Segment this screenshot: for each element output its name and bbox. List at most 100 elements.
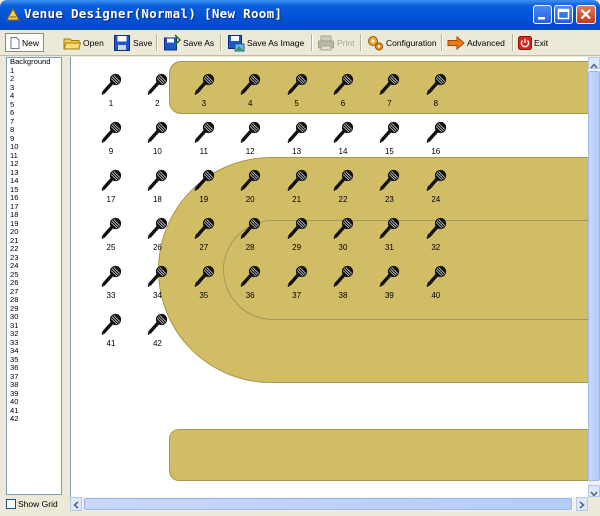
- minimize-button[interactable]: [533, 5, 552, 24]
- microphone-seat[interactable]: 39: [375, 263, 403, 300]
- layer-list-item[interactable]: 1: [7, 66, 61, 76]
- layer-list-item[interactable]: 6: [7, 108, 61, 118]
- microphone-number: 8: [433, 99, 439, 108]
- microphone-seat[interactable]: 33: [97, 263, 125, 300]
- maximize-button[interactable]: [554, 5, 573, 24]
- microphone-seat[interactable]: 8: [422, 71, 450, 108]
- microphone-number: 37: [292, 291, 302, 300]
- microphone-seat[interactable]: 14: [329, 119, 357, 156]
- save-button[interactable]: Save: [113, 32, 152, 53]
- scroll-left-arrow[interactable]: [70, 497, 82, 511]
- microphone-seat[interactable]: 32: [422, 215, 450, 252]
- layer-list-item[interactable]: 8: [7, 125, 61, 135]
- save-as-button[interactable]: Save As: [163, 32, 214, 53]
- microphone-seat[interactable]: 1: [97, 71, 125, 108]
- microphone-number: 26: [152, 243, 162, 252]
- microphone-number: 1: [108, 99, 114, 108]
- layer-list-item[interactable]: 4: [7, 91, 61, 101]
- layer-list-item[interactable]: 2: [7, 74, 61, 84]
- microphone-number: 22: [338, 195, 348, 204]
- microphone-seat[interactable]: 13: [283, 119, 311, 156]
- bottom-table[interactable]: [169, 429, 588, 481]
- microphone-seat[interactable]: 15: [375, 119, 403, 156]
- microphone-seat[interactable]: 11: [190, 119, 218, 156]
- close-icon: [580, 9, 591, 20]
- microphone-seat[interactable]: 24: [422, 167, 450, 204]
- microphone-seat[interactable]: 18: [143, 167, 171, 204]
- new-button[interactable]: New: [5, 33, 45, 52]
- microphone-number: 24: [431, 195, 441, 204]
- show-grid-checkbox[interactable]: [6, 499, 16, 509]
- open-button[interactable]: Open: [63, 32, 104, 53]
- microphone-seat[interactable]: 9: [97, 119, 125, 156]
- microphone-number: 23: [384, 195, 394, 204]
- microphone-seat[interactable]: 41: [97, 311, 125, 348]
- close-button[interactable]: [576, 5, 596, 24]
- microphone-seat[interactable]: 4: [236, 71, 264, 108]
- microphone-number: 39: [384, 291, 394, 300]
- scroll-up-arrow[interactable]: [588, 57, 600, 69]
- microphone-seat[interactable]: 19: [190, 167, 218, 204]
- microphone-seat[interactable]: 29: [283, 215, 311, 252]
- new-file-icon: [10, 36, 20, 49]
- microphone-seat[interactable]: 27: [190, 215, 218, 252]
- microphone-seat[interactable]: 23: [375, 167, 403, 204]
- layer-list-item[interactable]: 5: [7, 100, 61, 110]
- microphone-seat[interactable]: 17: [97, 167, 125, 204]
- microphone-seat[interactable]: 12: [236, 119, 264, 156]
- microphone-number: 20: [245, 195, 255, 204]
- microphone-seat[interactable]: 7: [375, 71, 403, 108]
- configuration-gears-icon: [368, 35, 384, 51]
- microphone-seat[interactable]: 26: [143, 215, 171, 252]
- exit-button[interactable]: Exit: [518, 32, 548, 53]
- microphone-seat[interactable]: 21: [283, 167, 311, 204]
- microphone-seat[interactable]: 5: [283, 71, 311, 108]
- scroll-down-arrow[interactable]: [588, 485, 600, 497]
- layer-list-item[interactable]: 3: [7, 83, 61, 93]
- microphone-number: 42: [152, 339, 162, 348]
- scroll-right-arrow[interactable]: [576, 497, 588, 511]
- microphone-seat[interactable]: 20: [236, 167, 264, 204]
- layer-list[interactable]: Background 1 2 3 4 5 6 7 8 9 10 11 12 13 14 15 16 17 18 19 2…: [6, 57, 62, 495]
- microphone-seat[interactable]: 3: [190, 71, 218, 108]
- microphone-seat[interactable]: 2: [143, 71, 171, 108]
- microphone-seat[interactable]: 30: [329, 215, 357, 252]
- microphone-number: 29: [292, 243, 302, 252]
- microphone-seat[interactable]: 22: [329, 167, 357, 204]
- vertical-scrollbar[interactable]: [588, 57, 600, 497]
- horizontal-scroll-thumb[interactable]: [84, 498, 572, 510]
- advanced-button[interactable]: Advanced: [447, 32, 505, 53]
- microphone-number: 19: [199, 195, 209, 204]
- save-disk-icon: [114, 34, 130, 51]
- maximize-icon: [557, 8, 570, 20]
- right-arrow-icon: [447, 35, 465, 50]
- title-bar[interactable]: Venue Designer(Normal) [New Room]: [0, 0, 600, 30]
- microphone-seat[interactable]: 34: [143, 263, 171, 300]
- microphone-seat[interactable]: 10: [143, 119, 171, 156]
- microphone-seat[interactable]: 38: [329, 263, 357, 300]
- show-grid-label: Show Grid: [18, 499, 58, 509]
- save-as-image-button[interactable]: Save As Image: [227, 32, 304, 53]
- microphone-seat[interactable]: 16: [422, 119, 450, 156]
- microphone-seat[interactable]: 31: [375, 215, 403, 252]
- microphone-seat[interactable]: 28: [236, 215, 264, 252]
- show-grid-toggle[interactable]: Show Grid: [6, 497, 68, 511]
- microphone-seat[interactable]: 40: [422, 263, 450, 300]
- microphone-seat[interactable]: 6: [329, 71, 357, 108]
- horizontal-scrollbar[interactable]: [70, 497, 588, 511]
- microphone-seat[interactable]: 35: [190, 263, 218, 300]
- microphone-seat[interactable]: 42: [143, 311, 171, 348]
- microphone-number: 28: [245, 243, 255, 252]
- microphone-seat[interactable]: 36: [236, 263, 264, 300]
- vertical-scroll-thumb[interactable]: [588, 71, 600, 481]
- microphone-seat[interactable]: 37: [283, 263, 311, 300]
- microphone-seat[interactable]: 25: [97, 215, 125, 252]
- app-icon: [6, 8, 20, 21]
- configuration-button[interactable]: Configuration: [366, 32, 437, 53]
- design-canvas[interactable]: 1 2 3 4 5 6 7 8 9 10 11 12 13 14 15 16 17 18 19 20 21 22 23 24 2…: [70, 57, 588, 497]
- print-button[interactable]: Print: [317, 32, 354, 53]
- layer-list-item[interactable]: 7: [7, 117, 61, 127]
- layer-list-item[interactable]: 42: [7, 414, 61, 424]
- layer-list-item[interactable]: Background: [7, 58, 61, 67]
- microphone-number: 35: [199, 291, 209, 300]
